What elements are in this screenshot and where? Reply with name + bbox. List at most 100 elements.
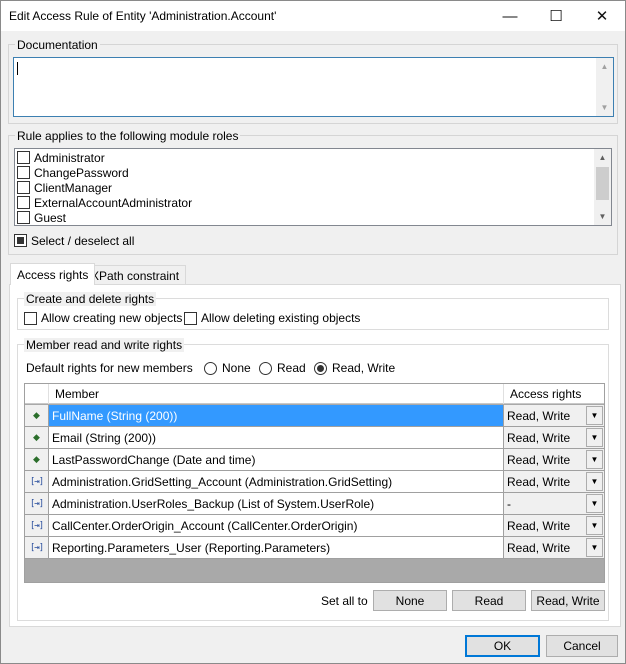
access-value: Read, Write — [507, 474, 571, 489]
role-item-clientmanager[interactable]: ClientManager — [17, 180, 112, 195]
window-title: Edit Access Rule of Entity 'Administrati… — [9, 9, 277, 23]
set-all-read-label: Read — [474, 593, 504, 608]
access-value: Read, Write — [507, 540, 571, 555]
role-checkbox[interactable] — [17, 166, 30, 179]
maximize-button[interactable]: ☐ — [533, 1, 579, 31]
scroll-up-icon[interactable]: ▲ — [596, 58, 613, 75]
row-header[interactable]: [⇥] — [25, 493, 49, 514]
minimize-button[interactable]: — — [487, 1, 533, 31]
row-header[interactable]: [⇥] — [25, 537, 49, 558]
role-checkbox[interactable] — [17, 211, 30, 224]
access-dropdown[interactable]: Read, Write ▼ — [504, 537, 604, 558]
table-row[interactable]: [⇥] Administration.GridSetting_Account (… — [25, 471, 604, 493]
access-dropdown[interactable]: Read, Write ▼ — [504, 515, 604, 536]
row-header[interactable]: [⇥] — [25, 515, 49, 536]
allow-delete-option[interactable]: Allow deleting existing objects — [184, 310, 360, 326]
chevron-down-icon[interactable]: ▼ — [586, 428, 603, 447]
documentation-textarea[interactable]: ▲ ▼ — [13, 57, 614, 117]
column-member[interactable]: Member — [49, 384, 504, 404]
module-roles-label: Rule applies to the following module rol… — [15, 129, 241, 143]
allow-create-label: Allow creating new objects — [41, 311, 183, 325]
allow-delete-checkbox[interactable] — [184, 311, 197, 325]
radio-read-label: Read — [277, 361, 306, 375]
column-access-label: Access rights — [510, 387, 582, 401]
role-label: ClientManager — [34, 180, 113, 195]
cancel-button[interactable]: Cancel — [546, 635, 618, 657]
allow-create-checkbox[interactable] — [24, 311, 37, 325]
member-cell[interactable]: Administration.UserRoles_Backup (List of… — [49, 493, 504, 514]
close-button[interactable]: ✕ — [579, 1, 625, 31]
set-all-read-button[interactable]: Read — [452, 590, 526, 611]
row-header[interactable]: [⇥] — [25, 471, 49, 492]
radio-read-indicator[interactable] — [259, 361, 272, 375]
set-all-read-write-button[interactable]: Read, Write — [531, 590, 605, 611]
column-access-rights[interactable]: Access rights — [504, 384, 604, 404]
scroll-thumb[interactable] — [596, 167, 609, 200]
chevron-down-icon[interactable]: ▼ — [586, 406, 603, 425]
member-cell[interactable]: Reporting.Parameters_User (Reporting.Par… — [49, 537, 504, 558]
allow-create-option[interactable]: Allow creating new objects — [24, 310, 182, 326]
row-header[interactable]: ◆ — [25, 427, 49, 448]
radio-read[interactable]: Read — [259, 360, 306, 376]
scroll-up-icon[interactable]: ▲ — [594, 149, 611, 166]
member-cell[interactable]: Administration.GridSetting_Account (Admi… — [49, 471, 504, 492]
chevron-down-icon[interactable]: ▼ — [586, 538, 603, 557]
tab-xpath-constraint-label: XPath constraint — [91, 268, 180, 283]
scroll-down-icon[interactable]: ▼ — [594, 208, 611, 225]
access-dropdown[interactable]: Read, Write ▼ — [504, 427, 604, 448]
role-item-changepassword[interactable]: ChangePassword — [17, 165, 129, 180]
access-dropdown[interactable]: - ▼ — [504, 493, 604, 514]
create-delete-label: Create and delete rights — [24, 292, 157, 306]
row-header[interactable]: ◆ — [25, 405, 49, 426]
tab-access-rights[interactable]: Access rights — [10, 263, 96, 285]
chevron-down-icon[interactable]: ▼ — [586, 450, 603, 469]
documentation-scrollbar[interactable]: ▲ ▼ — [596, 58, 613, 116]
row-header[interactable]: ◆ — [25, 449, 49, 470]
role-item-administrator[interactable]: Administrator — [17, 150, 105, 165]
table-row[interactable]: [⇥] Administration.UserRoles_Backup (Lis… — [25, 493, 604, 515]
role-item-externalaccountadministrator[interactable]: ExternalAccountAdministrator — [17, 195, 192, 210]
members-grid: Member Access rights ◆ FullName (String … — [24, 383, 605, 583]
radio-read-write[interactable]: Read, Write — [314, 360, 395, 376]
chevron-down-icon[interactable]: ▼ — [586, 472, 603, 491]
role-label: ExternalAccountAdministrator — [34, 195, 193, 210]
member-cell[interactable]: LastPasswordChange (Date and time) — [49, 449, 504, 470]
chevron-down-icon[interactable]: ▼ — [586, 516, 603, 535]
radio-read-write-label: Read, Write — [332, 361, 396, 375]
role-checkbox[interactable] — [17, 151, 30, 164]
set-all-read-write-label: Read, Write — [536, 593, 600, 608]
role-item-guest[interactable]: Guest — [17, 210, 66, 225]
column-member-label: Member — [55, 387, 100, 401]
grid-corner — [25, 384, 49, 404]
radio-none[interactable]: None — [204, 360, 251, 376]
minimize-icon: — — [502, 7, 518, 25]
table-row[interactable]: ◆ Email (String (200)) Read, Write ▼ — [25, 427, 604, 449]
tab-access-rights-label: Access rights — [17, 267, 89, 282]
scroll-down-icon[interactable]: ▼ — [596, 99, 613, 116]
select-all-checkbox[interactable] — [14, 234, 27, 247]
chevron-down-icon[interactable]: ▼ — [586, 494, 603, 513]
radio-none-indicator[interactable] — [204, 361, 217, 375]
table-row[interactable]: ◆ LastPasswordChange (Date and time) Rea… — [25, 449, 604, 471]
member-cell[interactable]: Email (String (200)) — [49, 427, 504, 448]
role-checkbox[interactable] — [17, 196, 30, 209]
member-cell[interactable]: FullName (String (200)) — [49, 405, 504, 426]
table-row[interactable]: [⇥] CallCenter.OrderOrigin_Account (Call… — [25, 515, 604, 537]
cancel-label: Cancel — [563, 639, 601, 653]
radio-read-write-indicator[interactable] — [314, 361, 327, 375]
access-dropdown[interactable]: Read, Write ▼ — [504, 405, 604, 426]
tab-xpath-constraint[interactable]: XPath constraint — [84, 265, 187, 285]
module-roles-scrollbar[interactable]: ▲ ▼ — [594, 149, 611, 225]
access-rights-panel: Create and delete rights Allow creating … — [9, 284, 621, 627]
ok-button[interactable]: OK — [465, 635, 540, 657]
set-all-none-button[interactable]: None — [373, 590, 447, 611]
select-all-toggle[interactable]: Select / deselect all — [14, 233, 134, 248]
role-checkbox[interactable] — [17, 181, 30, 194]
table-row[interactable]: ◆ FullName (String (200)) Read, Write ▼ — [25, 405, 604, 427]
access-value: Read, Write — [507, 452, 571, 467]
access-dropdown[interactable]: Read, Write ▼ — [504, 449, 604, 470]
member-cell[interactable]: CallCenter.OrderOrigin_Account (CallCent… — [49, 515, 504, 536]
access-dropdown[interactable]: Read, Write ▼ — [504, 471, 604, 492]
allow-delete-label: Allow deleting existing objects — [201, 311, 361, 325]
table-row[interactable]: [⇥] Reporting.Parameters_User (Reporting… — [25, 537, 604, 559]
